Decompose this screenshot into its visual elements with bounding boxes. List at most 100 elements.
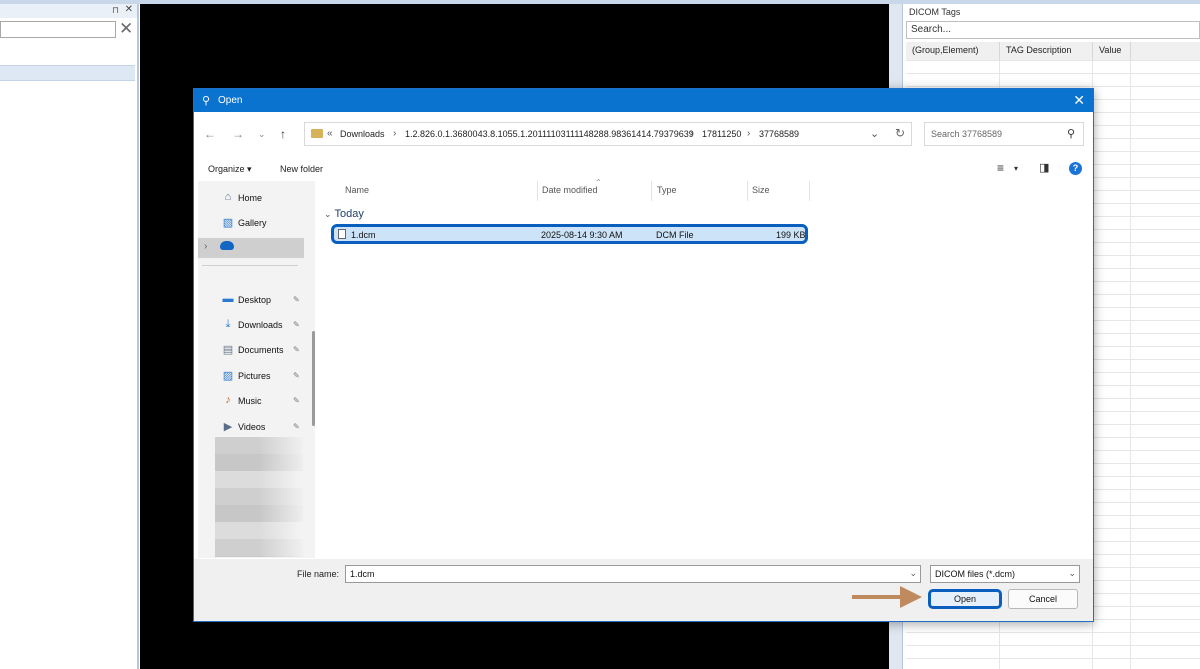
file-type-select[interactable]: DICOM files (*.dcm) ⌄ [930,565,1080,583]
dialog-title: Open [218,95,243,106]
search-icon[interactable]: ⚲ [1067,127,1075,140]
close-icon[interactable]: ✕ [125,4,133,15]
back-arrow-icon[interactable]: ← [204,127,216,141]
pin-icon[interactable]: ✎ [293,396,300,405]
search-box[interactable]: Search 37768589 ⚲ [924,122,1084,146]
column-separator[interactable] [747,181,748,201]
new-folder-button[interactable]: New folder [280,164,323,174]
organize-button[interactable]: Organize ▾ [208,164,252,175]
group-header-today[interactable]: ⌄ Today [324,208,364,220]
nav-item-label: Home [238,193,263,203]
file-name: 1.dcm [351,230,376,240]
nav-scrollbar[interactable] [312,331,315,426]
nav-item-label: Music [238,396,262,406]
chevron-down-icon[interactable]: ⌄ [1068,568,1076,579]
dialog-footer: File name: 1.dcm ⌄ DICOM files (*.dcm) ⌄… [194,559,1093,621]
recent-locations-chevron-icon[interactable]: ⌄ [258,129,266,140]
pin-icon[interactable]: ✎ [293,422,300,431]
nav-item-label: Documents [238,345,284,355]
nav-item-label: Desktop [238,295,272,305]
videos-icon: ▶ [223,421,233,433]
cloud-icon [220,241,234,250]
file-row[interactable]: 1.dcm 2025-08-14 9:30 AM DCM File 199 KB [331,224,808,244]
panel-title: DICOM Tags [909,7,961,17]
address-bar[interactable]: « Downloads › 1.2.826.0.1.3680043.8.1055… [304,122,912,146]
breadcrumb-separator-icon[interactable]: › [393,128,396,139]
help-icon[interactable]: ? [1069,162,1082,175]
view-options-icon[interactable]: ≡ [997,161,1004,175]
column-header-tag-description[interactable]: TAG Description [1000,42,1093,60]
navigation-pane: ⌂ Home ▧ Gallery › ▬ Desktop ✎ ⤓ Downloa… [198,181,315,558]
nav-item-label: Videos [238,422,266,432]
view-dropdown-icon[interactable]: ▾ [1014,164,1018,173]
search-placeholder: Search 37768589 [931,129,1003,139]
column-separator[interactable] [651,181,652,201]
pin-icon[interactable]: ✎ [293,320,300,329]
column-header-name[interactable]: Name [345,185,369,195]
left-panel-header: ⊓ ✕ [0,4,137,18]
breadcrumb-overflow[interactable]: « [327,128,333,139]
file-icon [338,229,346,239]
forward-arrow-icon[interactable]: → [232,127,244,141]
dialog-close-icon[interactable]: ✕ [1073,92,1085,108]
nav-item-onedrive[interactable]: › [198,238,304,258]
open-button[interactable]: Open [928,589,1002,609]
tags-search-input[interactable]: Search... [906,21,1200,39]
breadcrumb-item[interactable]: 37768589 [759,129,799,139]
chevron-down-icon[interactable]: ⌄ [909,568,917,579]
annotation-arrow [852,586,922,608]
nav-item-label: Downloads [238,320,283,330]
address-dropdown-icon[interactable]: ⌄ [870,127,879,140]
nav-item-label: Pictures [238,371,271,381]
desktop-icon: ▬ [222,293,234,305]
cancel-button[interactable]: Cancel [1008,589,1078,609]
preview-pane-icon[interactable]: ◨ [1039,161,1049,174]
left-panel-header-bar [0,65,135,81]
tags-table-header: (Group,Element) TAG Description Value [906,42,1200,61]
open-file-dialog: ⚲ Open ✕ ← → ⌄ ↑ « Downloads › 1.2.826.0… [193,88,1094,622]
column-separator[interactable] [537,181,538,201]
column-header-group-element[interactable]: (Group,Element) [906,42,1000,60]
left-panel: ⊓ ✕ ✕ [0,4,139,669]
file-name-field[interactable]: 1.dcm ⌄ [345,565,921,583]
clear-search-icon[interactable]: ✕ [119,20,133,38]
group-label: Today [334,208,364,220]
pin-icon[interactable]: ✎ [293,295,300,304]
pin-icon[interactable]: ✎ [293,371,300,380]
chevron-right-icon[interactable]: › [204,241,207,252]
folder-icon [311,129,323,138]
breadcrumb-separator-icon[interactable]: › [747,128,750,139]
file-type-value: DICOM files (*.dcm) [935,569,1016,579]
breadcrumb-item[interactable]: 17811250 [702,129,741,139]
file-type: DCM File [656,230,694,240]
file-date: 2025-08-14 9:30 AM [541,230,623,240]
breadcrumb-separator-icon[interactable]: › [690,128,693,139]
column-header-size[interactable]: Size [752,185,770,195]
pictures-icon: ▨ [222,370,234,382]
file-list: ⌃ Name Date modified Type Size ⌄ Today 1.… [319,178,1091,558]
documents-icon: ▤ [222,344,234,356]
app-icon: ⚲ [202,95,211,107]
organize-label: Organize [208,164,245,174]
left-panel-search-input[interactable] [0,21,116,38]
refresh-icon[interactable]: ↻ [895,126,905,140]
column-header-value[interactable]: Value [1093,42,1131,60]
download-icon: ⤓ [225,318,231,330]
file-name-value: 1.dcm [350,569,375,579]
blurred-nav-items [215,437,303,557]
column-header-type[interactable]: Type [657,185,677,195]
arrow-head [900,586,922,608]
pin-icon[interactable]: ⊓ [112,5,119,16]
column-separator[interactable] [809,181,810,201]
column-header-date-modified[interactable]: Date modified [542,185,598,195]
chevron-down-icon: ⌄ [324,209,332,219]
dialog-titlebar: ⚲ Open ✕ [194,89,1093,112]
arrow-shaft [852,595,902,599]
up-arrow-icon[interactable]: ↑ [280,127,286,141]
file-size: 199 KB [776,230,806,240]
file-name-label: File name: [297,569,340,579]
pin-icon[interactable]: ✎ [293,345,300,354]
breadcrumb-item[interactable]: 1.2.826.0.1.3680043.8.1055.1.20111103111… [405,129,694,139]
gallery-icon: ▧ [222,217,234,229]
breadcrumb-item[interactable]: Downloads [340,129,385,139]
